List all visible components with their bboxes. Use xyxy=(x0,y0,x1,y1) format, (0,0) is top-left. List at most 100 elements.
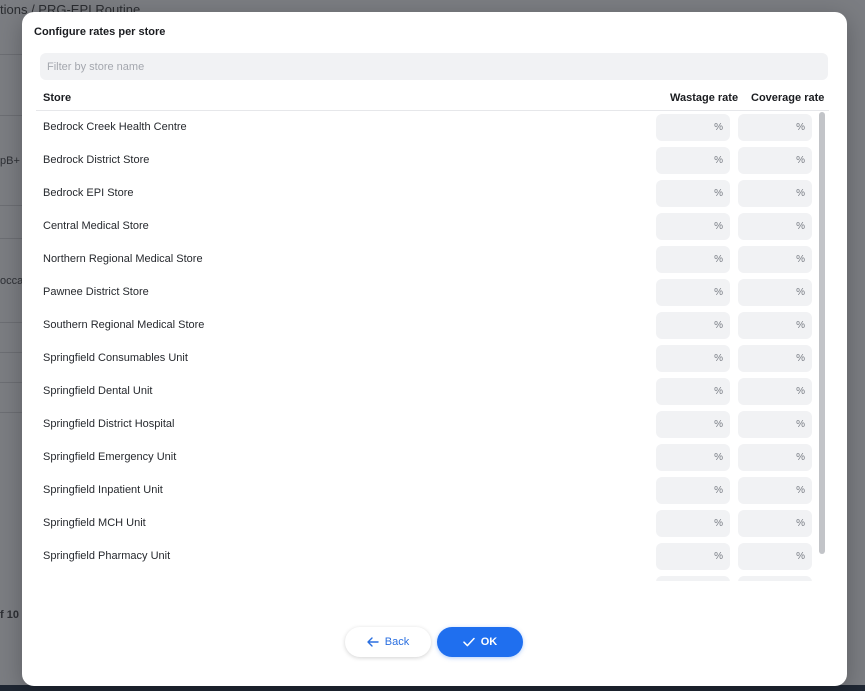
coverage-rate-input[interactable]: % xyxy=(738,543,812,570)
coverage-rate-input[interactable]: % xyxy=(738,114,812,141)
store-name: Springfield Emergency Unit xyxy=(43,451,177,463)
wastage-rate-input[interactable]: % xyxy=(656,312,730,339)
coverage-rate-input[interactable]: % xyxy=(738,147,812,174)
back-button-label: Back xyxy=(384,636,410,648)
percent-suffix: % xyxy=(796,188,805,199)
percent-suffix: % xyxy=(796,485,805,496)
wastage-rate-input[interactable]: % xyxy=(656,114,730,141)
table-row: Southern Regional Medical Store%% xyxy=(36,309,816,342)
coverage-rate-input[interactable]: % xyxy=(738,378,812,405)
ok-button-label: OK xyxy=(480,636,498,648)
wastage-rate-input[interactable]: % xyxy=(656,345,730,372)
percent-suffix: % xyxy=(796,551,805,562)
wastage-rate-input[interactable]: % xyxy=(656,477,730,504)
percent-suffix: % xyxy=(796,452,805,463)
percent-suffix: % xyxy=(714,188,723,199)
coverage-rate-input[interactable]: % xyxy=(738,279,812,306)
configure-rates-dialog: Configure rates per store Store Wastage … xyxy=(22,12,847,686)
column-header-store: Store xyxy=(43,92,72,104)
wastage-rate-input[interactable]: % xyxy=(656,510,730,537)
percent-suffix: % xyxy=(714,353,723,364)
store-name: Springfield MCH Unit xyxy=(43,517,146,529)
percent-suffix: % xyxy=(714,320,723,331)
wastage-rate-input[interactable]: % xyxy=(656,543,730,570)
background-divider xyxy=(0,322,22,323)
table-row: Central Medical Store%% xyxy=(36,210,816,243)
percent-suffix: % xyxy=(714,155,723,166)
table-row: Bedrock EPI Store%% xyxy=(36,177,816,210)
background-divider xyxy=(0,54,22,55)
percent-suffix: % xyxy=(714,254,723,265)
store-name: Southern Regional Medical Store xyxy=(43,319,205,331)
coverage-rate-input[interactable]: % xyxy=(738,246,812,273)
column-header-wastage-rate: Wastage rate xyxy=(670,92,739,104)
background-fragment: pB+ xyxy=(0,155,20,167)
percent-suffix: % xyxy=(796,122,805,133)
vertical-scrollbar[interactable] xyxy=(818,112,826,580)
percent-suffix: % xyxy=(796,518,805,529)
percent-suffix: % xyxy=(796,155,805,166)
store-name: Springfield Pharmacy Unit xyxy=(43,550,171,562)
table-row: Springfield MCH Unit%% xyxy=(36,507,816,540)
wastage-rate-input[interactable]: % xyxy=(656,444,730,471)
table-row: Bedrock District Store%% xyxy=(36,144,816,177)
ok-button[interactable]: OK xyxy=(437,627,523,657)
store-name: Springfield Inpatient Unit xyxy=(43,484,163,496)
percent-suffix: % xyxy=(714,419,723,430)
table-row: Springfield District Hospital%% xyxy=(36,408,816,441)
percent-suffix: % xyxy=(714,485,723,496)
wastage-rate-input[interactable] xyxy=(656,576,730,581)
percent-suffix: % xyxy=(714,386,723,397)
percent-suffix: % xyxy=(796,419,805,430)
percent-suffix: % xyxy=(796,353,805,364)
store-name: Springfield District Hospital xyxy=(43,418,175,430)
background-fragment: occa xyxy=(0,275,24,287)
background-divider xyxy=(0,115,22,116)
background-divider xyxy=(0,382,22,383)
arrow-left-icon xyxy=(367,637,379,647)
percent-suffix: % xyxy=(714,122,723,133)
percent-suffix: % xyxy=(796,320,805,331)
dialog-title: Configure rates per store xyxy=(34,26,166,38)
table-row-partial xyxy=(36,573,816,581)
table-row: Springfield Consumables Unit%% xyxy=(36,342,816,375)
store-filter-input[interactable] xyxy=(40,53,828,80)
percent-suffix: % xyxy=(714,518,723,529)
percent-suffix: % xyxy=(796,254,805,265)
store-name: Springfield Consumables Unit xyxy=(43,352,188,364)
table-row: Bedrock Creek Health Centre%% xyxy=(36,111,816,144)
store-name: Bedrock Creek Health Centre xyxy=(43,121,187,133)
table-header: Store Wastage rate Coverage rate xyxy=(43,92,833,110)
wastage-rate-input[interactable]: % xyxy=(656,279,730,306)
store-name: Pawnee District Store xyxy=(43,286,149,298)
background-divider xyxy=(0,412,22,413)
coverage-rate-input[interactable]: % xyxy=(738,477,812,504)
coverage-rate-input[interactable]: % xyxy=(738,411,812,438)
coverage-rate-input[interactable]: % xyxy=(738,213,812,240)
store-rates-table-body[interactable]: Bedrock Creek Health Centre%% Bedrock Dis… xyxy=(36,111,829,581)
store-name: Bedrock District Store xyxy=(43,154,150,166)
store-name: Springfield Dental Unit xyxy=(43,385,153,397)
background-fragment: f 10 xyxy=(0,609,19,621)
percent-suffix: % xyxy=(714,287,723,298)
wastage-rate-input[interactable]: % xyxy=(656,246,730,273)
coverage-rate-input[interactable]: % xyxy=(738,312,812,339)
coverage-rate-input[interactable]: % xyxy=(738,345,812,372)
wastage-rate-input[interactable]: % xyxy=(656,147,730,174)
wastage-rate-input[interactable]: % xyxy=(656,411,730,438)
scrollbar-thumb[interactable] xyxy=(819,112,825,554)
table-row: Springfield Emergency Unit%% xyxy=(36,441,816,474)
percent-suffix: % xyxy=(796,221,805,232)
table-row: Pawnee District Store%% xyxy=(36,276,816,309)
coverage-rate-input[interactable]: % xyxy=(738,444,812,471)
back-button[interactable]: Back xyxy=(345,627,431,657)
coverage-rate-input[interactable]: % xyxy=(738,180,812,207)
table-row: Northern Regional Medical Store%% xyxy=(36,243,816,276)
table-row: Springfield Dental Unit%% xyxy=(36,375,816,408)
coverage-rate-input[interactable] xyxy=(738,576,812,581)
wastage-rate-input[interactable]: % xyxy=(656,180,730,207)
background-divider xyxy=(0,352,22,353)
wastage-rate-input[interactable]: % xyxy=(656,378,730,405)
wastage-rate-input[interactable]: % xyxy=(656,213,730,240)
coverage-rate-input[interactable]: % xyxy=(738,510,812,537)
